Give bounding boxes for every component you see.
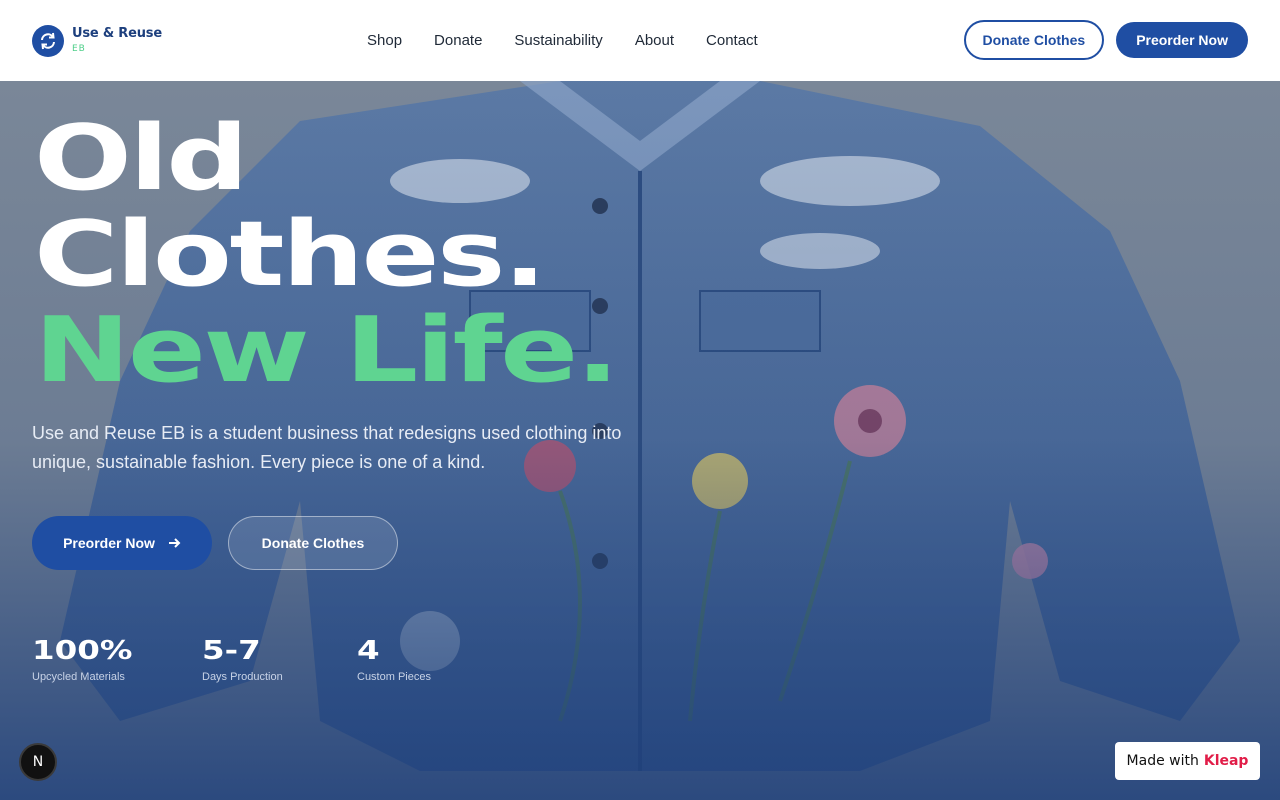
nav-sustainability[interactable]: Sustainability: [514, 32, 602, 49]
recycle-icon: [32, 24, 64, 57]
headline-line-1: Old: [34, 106, 249, 211]
hero-section: Old Clothes. New Life. Use and Reuse EB …: [0, 81, 1280, 800]
main-nav: Shop Donate Sustainability About Contact: [367, 0, 758, 81]
headline-line-3: New Life.: [34, 298, 620, 403]
made-with-kleap-badge[interactable]: Made with Kleap: [1115, 742, 1260, 780]
made-with-label: Made with: [1126, 753, 1199, 769]
site-header: Use & Reuse EB Shop Donate Sustainabilit…: [0, 0, 1280, 81]
next-badge[interactable]: N: [19, 743, 57, 781]
hero-preorder-button[interactable]: Preorder Now: [32, 516, 212, 570]
header-preorder-button[interactable]: Preorder Now: [1116, 22, 1248, 58]
stat-label: Custom Pieces: [357, 671, 431, 683]
arrow-right-icon: [168, 538, 181, 548]
nav-about[interactable]: About: [635, 32, 674, 49]
hero-headline: Old Clothes. New Life.: [34, 106, 620, 403]
nav-contact[interactable]: Contact: [706, 32, 758, 49]
logo[interactable]: Use & Reuse EB: [32, 24, 332, 57]
stat-label: Upcycled Materials: [32, 671, 125, 683]
stat-value: 100%: [32, 636, 133, 666]
brand-sub: EB: [72, 44, 86, 54]
stat-value: 5-7: [202, 636, 261, 666]
headline-line-2: Clothes.: [34, 202, 547, 307]
hero-description: Use and Reuse EB is a student business t…: [32, 423, 622, 472]
stat-upcycled: 100% Upcycled Materials: [32, 636, 132, 683]
hero-donate-button[interactable]: Donate Clothes: [228, 516, 398, 570]
stat-value: 4: [357, 636, 380, 666]
hero-preorder-label: Preorder Now: [63, 535, 155, 551]
brand-name: Use & Reuse: [72, 26, 162, 41]
nav-shop[interactable]: Shop: [367, 32, 402, 49]
stat-production: 5-7 Days Production: [202, 636, 283, 683]
kleap-brand: Kleap: [1203, 753, 1249, 769]
header-donate-button[interactable]: Donate Clothes: [963, 20, 1105, 60]
nav-donate[interactable]: Donate: [434, 32, 482, 49]
stat-label: Days Production: [202, 671, 283, 683]
stat-custom: 4 Custom Pieces: [357, 636, 431, 683]
